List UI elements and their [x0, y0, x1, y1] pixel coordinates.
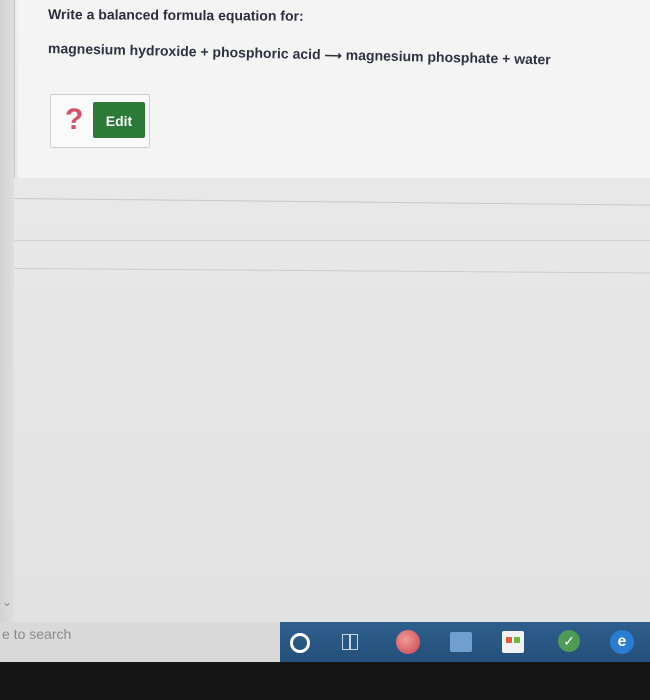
- taskbar-search-box[interactable]: e to search: [0, 622, 281, 662]
- edge-icon[interactable]: e: [610, 630, 634, 654]
- store-icon[interactable]: [502, 631, 524, 653]
- divider: [14, 240, 650, 241]
- chevron-down-icon[interactable]: ⌄: [1, 596, 13, 608]
- question-prompt: Write a balanced formula equation for:: [47, 6, 304, 24]
- monitor-bezel: [0, 662, 650, 700]
- question-panel: Write a balanced formula equation for: m…: [18, 0, 650, 179]
- edit-button[interactable]: Edit: [93, 102, 145, 138]
- content-area: [13, 178, 650, 622]
- products: magnesium phosphate + water: [345, 46, 551, 68]
- task-view-icon[interactable]: [340, 632, 360, 652]
- cortana-icon[interactable]: [290, 633, 310, 653]
- word-equation: magnesium hydroxide + phosphoric acid ⟶ ma…: [48, 40, 551, 67]
- pinned-app-icon[interactable]: [396, 630, 420, 654]
- taskbar: e to search ✓ e: [0, 622, 650, 662]
- left-rail: ⌄: [0, 0, 15, 622]
- taskbar-apps: ✓ e: [280, 622, 650, 662]
- answer-box: ? Edit: [50, 94, 150, 148]
- file-explorer-icon[interactable]: [450, 632, 472, 652]
- screen: ⌄ Write a balanced formula equation for:…: [0, 0, 650, 700]
- reaction-arrow-icon: ⟶: [324, 48, 342, 63]
- help-icon[interactable]: ?: [65, 104, 83, 136]
- divider: [13, 268, 650, 274]
- reactants: magnesium hydroxide + phosphoric acid: [47, 40, 321, 63]
- divider: [13, 198, 650, 206]
- check-app-icon[interactable]: ✓: [558, 630, 580, 652]
- search-placeholder: e to search: [2, 626, 72, 642]
